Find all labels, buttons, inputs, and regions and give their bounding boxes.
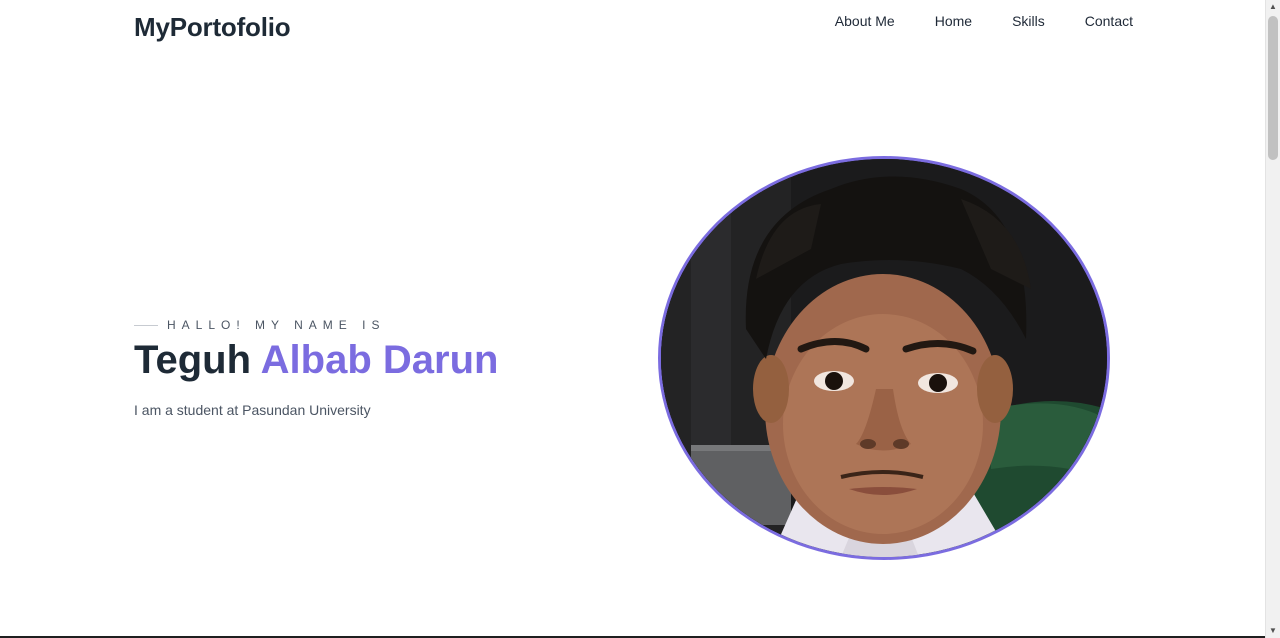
page: MyPortofolio About Me Home Skills Contac… <box>0 0 1280 638</box>
eyebrow-divider <box>134 324 158 326</box>
nav-item-about-me[interactable]: About Me <box>835 13 895 29</box>
nav-item-home[interactable]: Home <box>935 13 972 29</box>
profile-photo-illustration <box>661 159 1107 557</box>
hero-subtitle: I am a student at Pasundan University <box>134 402 371 418</box>
main-nav: About Me Home Skills Contact <box>835 13 1133 29</box>
scroll-thumb[interactable] <box>1268 16 1278 160</box>
nav-item-contact[interactable]: Contact <box>1085 13 1133 29</box>
hero-name-first: Teguh <box>134 338 252 382</box>
site-brand[interactable]: MyPortofolio <box>134 12 291 43</box>
eyebrow-text: HALLO! MY NAME IS <box>167 318 386 332</box>
hero-eyebrow: HALLO! MY NAME IS <box>134 318 385 332</box>
vertical-scrollbar[interactable]: ▲ ▼ <box>1265 0 1280 638</box>
scroll-up-icon[interactable]: ▲ <box>1266 0 1280 14</box>
main-content: MyPortofolio About Me Home Skills Contac… <box>0 0 1266 638</box>
hero-name-accent: Albab Darun <box>260 338 499 382</box>
hero-name: Teguh Albab Darun <box>134 338 498 383</box>
nav-item-skills[interactable]: Skills <box>1012 13 1045 29</box>
profile-photo <box>658 156 1110 560</box>
scroll-down-icon[interactable]: ▼ <box>1266 624 1280 638</box>
